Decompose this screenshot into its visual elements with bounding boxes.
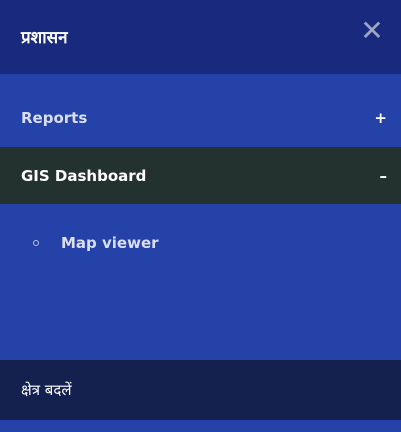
sidebar-title: प्रशासन — [21, 28, 68, 48]
change-region-button[interactable]: क्षेत्र बदलें — [0, 360, 401, 420]
submenu-item-label: Map viewer — [61, 234, 159, 252]
menu-item-label: GIS Dashboard — [21, 166, 147, 185]
submenu-item-map-viewer[interactable]: Map viewer — [0, 225, 401, 261]
close-icon[interactable]: ✕ — [357, 16, 387, 46]
menu-item-reports[interactable]: Reports + — [0, 90, 401, 146]
sidebar-panel: प्रशासन ✕ Reports + GIS Dashboard – Map … — [0, 0, 401, 432]
menu-item-gis-dashboard[interactable]: GIS Dashboard – — [0, 147, 401, 204]
collapse-icon[interactable]: – — [380, 167, 388, 185]
menu-item-label: Reports — [21, 109, 88, 127]
expand-icon[interactable]: + — [374, 109, 387, 127]
bullet-icon — [33, 240, 39, 246]
sidebar-header: प्रशासन ✕ — [0, 0, 401, 74]
change-region-label: क्षेत्र बदलें — [21, 381, 72, 399]
bottom-strip — [0, 420, 401, 432]
